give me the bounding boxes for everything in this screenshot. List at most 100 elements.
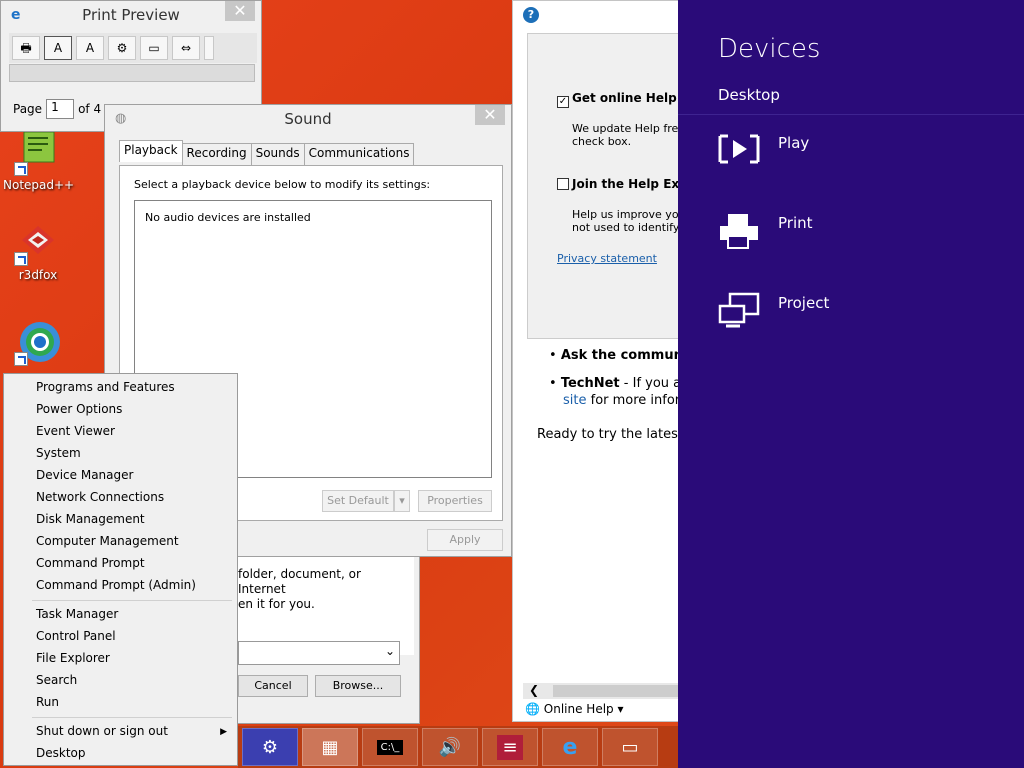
taskbar-notepad[interactable]: ≡ [482, 728, 538, 766]
page-label: Page [13, 102, 43, 116]
apply-button[interactable]: Apply [427, 529, 503, 551]
taskbar-command-prompt[interactable]: C:\_ [362, 728, 418, 766]
menu-task-manager[interactable]: Task Manager [36, 607, 118, 621]
folder-icon: ▭ [621, 736, 639, 758]
close-icon[interactable]: ✕ [225, 1, 255, 21]
printer-icon[interactable]: 🖶 [12, 36, 40, 60]
r3dfox-icon [14, 218, 62, 266]
menu-network-connections[interactable]: Network Connections [36, 490, 164, 504]
ask-community-bullet: • Ask the community [549, 348, 681, 363]
close-icon[interactable]: ✕ [475, 105, 505, 125]
device-print-label: Print [778, 214, 813, 232]
page-input[interactable]: 1 [46, 99, 75, 119]
menu-command-prompt-admin[interactable]: Command Prompt (Admin) [36, 578, 196, 592]
devices-charm-pane: Devices Desktop Play Print Project [678, 0, 1024, 768]
page-preview-strip [9, 64, 255, 82]
horizontal-scrollbar[interactable]: ❮ [523, 683, 681, 699]
device-project[interactable]: Project [718, 290, 998, 330]
desktop-icon-r3dfox[interactable]: r3dfox [3, 218, 73, 282]
sound-titlebar: ◍ Sound ✕ [105, 105, 511, 133]
menu-computer-management[interactable]: Computer Management [36, 534, 179, 548]
desktop-icon-chrome[interactable] [3, 318, 73, 368]
menu-search[interactable]: Search [36, 673, 77, 687]
menu-event-viewer[interactable]: Event Viewer [36, 424, 115, 438]
device-print[interactable]: Print [718, 210, 998, 250]
device-play-label: Play [778, 134, 810, 152]
dropdown-arrow-icon: ▾ [617, 702, 624, 716]
site-line: site for more inform [563, 393, 695, 408]
scroll-thumb[interactable] [553, 685, 681, 697]
run-open-combobox[interactable]: ⌄ [238, 641, 400, 665]
tab-playback[interactable]: Playback [119, 140, 183, 162]
speaker-icon: 🔊 [438, 736, 462, 758]
scroll-left-icon[interactable]: ❮ [529, 683, 539, 697]
tab-recording[interactable]: Recording [181, 143, 252, 165]
menu-run[interactable]: Run [36, 695, 59, 709]
menu-file-explorer[interactable]: File Explorer [36, 651, 110, 665]
online-help-desc-2: check box. [572, 135, 632, 148]
taskbar-ie[interactable]: e [542, 728, 598, 766]
cancel-button[interactable]: Cancel [238, 675, 308, 697]
menu-device-manager[interactable]: Device Manager [36, 468, 133, 482]
control-panel-icon: ▦ [321, 736, 339, 758]
landscape-icon[interactable]: A [76, 36, 104, 60]
full-page-icon[interactable] [204, 36, 214, 60]
terminal-icon: C:\_ [376, 739, 404, 755]
menu-disk-management[interactable]: Disk Management [36, 512, 145, 526]
taskbar-settings[interactable]: ⚙ [242, 728, 298, 766]
properties-button[interactable]: Properties [418, 490, 492, 512]
empty-message: No audio devices are installed [145, 211, 311, 224]
taskbar-control-panel[interactable]: ▦ [302, 728, 358, 766]
winx-menu: Programs and Features Power Options Even… [3, 373, 238, 766]
tab-communications[interactable]: Communications [303, 143, 415, 165]
set-default-dropdown[interactable]: ▾ [394, 490, 410, 512]
device-project-label: Project [778, 294, 830, 312]
taskbar-explorer[interactable]: ▭ [602, 728, 658, 766]
menu-shut-down[interactable]: Shut down or sign out [36, 724, 168, 738]
help-window: ? ✓Get online Help (re We update Help fr… [512, 0, 693, 722]
taskbar: ⚙ ▦ C:\_ 🔊 ≡ e ▭ [238, 726, 678, 768]
privacy-statement-link[interactable]: Privacy statement [557, 252, 657, 265]
ie-icon: e [562, 734, 578, 760]
set-default-button[interactable]: Set Default [322, 490, 394, 512]
site-link[interactable]: site [563, 393, 586, 408]
menu-control-panel[interactable]: Control Panel [36, 629, 116, 643]
headers-icon[interactable]: ▭ [140, 36, 168, 60]
menu-power-options[interactable]: Power Options [36, 402, 122, 416]
join-help-label: Join the Help Expe [572, 177, 681, 191]
online-help-checkbox-row[interactable]: ✓Get online Help (re [557, 91, 681, 108]
portrait-icon[interactable]: A [44, 36, 72, 60]
join-desc-2: not used to identify or c [572, 221, 681, 234]
playback-prompt: Select a playback device below to modify… [134, 178, 431, 191]
technet-rest: - If you are [623, 376, 681, 391]
online-help-status[interactable]: 🌐 Online Help ▾ [525, 702, 624, 716]
devices-subtitle: Desktop [718, 86, 780, 104]
notepad-plus-plus-icon [14, 128, 62, 176]
print-preview-title: Print Preview [82, 6, 180, 24]
menu-command-prompt[interactable]: Command Prompt [36, 556, 145, 570]
ask-community-text[interactable]: Ask the community [561, 348, 681, 363]
desktop-icon-label: r3dfox [18, 268, 58, 282]
tab-sounds[interactable]: Sounds [250, 143, 305, 165]
menu-desktop[interactable]: Desktop [36, 746, 86, 760]
taskbar-sound[interactable]: 🔊 [422, 728, 478, 766]
join-help-checkbox-row[interactable]: Join the Help Expe [557, 177, 681, 191]
chevron-down-icon[interactable]: ⌄ [385, 644, 395, 658]
notepad-icon: ≡ [497, 734, 523, 760]
gear-icon[interactable]: ⚙ [108, 36, 136, 60]
browse-button[interactable]: Browse... [315, 675, 401, 697]
full-width-icon[interactable]: ⇔ [172, 36, 200, 60]
checkbox-unchecked-icon[interactable] [557, 178, 569, 190]
menu-system[interactable]: System [36, 446, 81, 460]
sound-tabs: Playback Recording Sounds Communications [119, 140, 415, 165]
desktop-icon-notepad[interactable]: Notepad++ [3, 128, 74, 192]
technet-text[interactable]: TechNet [561, 376, 620, 391]
menu-programs-features[interactable]: Programs and Features [36, 380, 175, 394]
device-play[interactable]: Play [718, 130, 998, 170]
help-icon[interactable]: ? [523, 7, 539, 23]
print-preview-titlebar: e Print Preview ✕ [1, 1, 261, 29]
checkbox-checked-icon[interactable]: ✓ [557, 96, 569, 108]
menu-separator [32, 600, 232, 601]
ready-text: Ready to try the latest ve [537, 427, 681, 442]
charm-separator [678, 114, 1024, 115]
